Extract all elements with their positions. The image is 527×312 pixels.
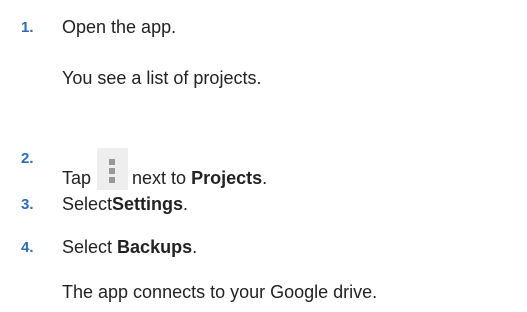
step-4-number: 4.: [21, 239, 34, 256]
step-3-text: SelectSettings.: [62, 193, 188, 215]
step-4-text: Select Backups.: [62, 236, 197, 258]
step-3-number: 3.: [21, 196, 34, 213]
step-4-result: The app connects to your Google drive.: [62, 282, 378, 302]
step-3-text-after: .: [183, 194, 189, 214]
step-2-text-before: Tap: [62, 168, 92, 188]
step-2-text: Tap next to Projects.: [62, 148, 267, 190]
step-2-bold: Projects: [191, 168, 263, 188]
step-3-text-main: Select: [62, 194, 113, 214]
step-4-text-main: Select: [62, 237, 113, 257]
step-2-text-middle: next to: [132, 168, 187, 188]
instruction-steps: 1. Open the app. You see a list of proje…: [0, 0, 527, 312]
step-1-number: 1.: [21, 19, 34, 36]
step-2-number: 2.: [21, 150, 34, 167]
step-4-text-after: .: [192, 237, 198, 257]
overflow-menu-icon: [97, 148, 129, 190]
step-1-text: Open the app.: [62, 17, 177, 37]
step-4-bold: Backups: [117, 237, 193, 257]
step-2-text-after: .: [262, 168, 268, 188]
step-3-bold: Settings: [112, 194, 184, 214]
step-1-result: You see a list of projects.: [62, 68, 262, 88]
